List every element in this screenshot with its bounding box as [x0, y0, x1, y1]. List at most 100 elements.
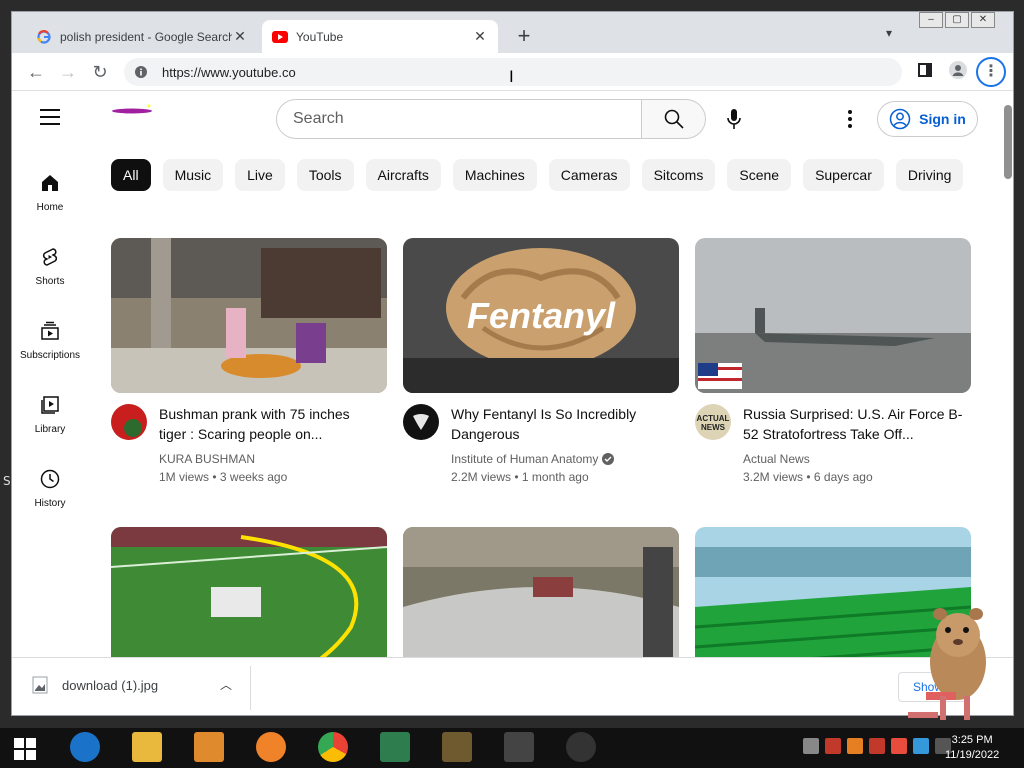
minimize-icon[interactable]: – [919, 12, 943, 28]
guide-sidebar: Home Shorts Subscriptions Library Histor… [12, 155, 88, 525]
view-count: 3.2M views [743, 470, 804, 484]
youtube-logo[interactable] [112, 101, 152, 114]
taskbar-clock[interactable]: 3:25 PM 11/19/2022 [945, 733, 999, 763]
tab-title: YouTube [296, 29, 344, 44]
download-file-name: download (1).jpg [62, 677, 159, 693]
search-input[interactable]: Search [276, 99, 642, 139]
video-thumbnail[interactable]: Fentanyl [403, 238, 679, 393]
video-title[interactable]: Why Fentanyl Is So Incredibly Dangerous [451, 404, 671, 444]
video-title[interactable]: Bushman prank with 75 inches tiger : Sca… [159, 404, 379, 444]
video-thumbnail[interactable] [111, 238, 387, 393]
channel-avatar[interactable]: ACTUAL NEWS [695, 404, 731, 440]
browser-menu-icon[interactable]: ⋮ [976, 57, 1006, 87]
sign-in-label: Sign in [919, 111, 966, 127]
channel-avatar[interactable] [111, 404, 147, 440]
close-tab-icon[interactable]: ✕ [472, 28, 488, 45]
channel-name[interactable]: KURA BUSHMAN [159, 452, 255, 466]
uc-browser-icon[interactable] [256, 732, 286, 762]
close-window-icon[interactable]: ✕ [971, 12, 995, 28]
download-shelf: download (1).jpg ︿ Show all [12, 657, 1013, 715]
shorts-icon [42, 247, 58, 266]
tray-icon[interactable] [825, 738, 841, 754]
tab-search-chevron-icon[interactable]: ▾ [886, 26, 892, 40]
more-options-icon[interactable] [838, 105, 862, 133]
profile-icon[interactable] [946, 61, 970, 85]
guide-item-subscriptions[interactable]: Subscriptions [12, 303, 88, 377]
youtube-page: Search Sign in Home Shorts Subscriptions [12, 91, 1013, 715]
shelf-divider [250, 666, 251, 710]
back-arrow-icon[interactable]: ← [24, 60, 48, 84]
new-tab-button[interactable]: + [512, 25, 536, 49]
view-count: 1M views [159, 470, 210, 484]
chip-tools[interactable]: Tools [296, 159, 354, 191]
tray-icon[interactable] [891, 738, 907, 754]
video-title[interactable]: Russia Surprised: U.S. Air Force B-52 St… [743, 404, 963, 444]
reload-icon[interactable]: ↻ [88, 60, 112, 84]
channel-avatar[interactable] [403, 404, 439, 440]
video-thumbnail[interactable] [695, 238, 971, 393]
chip-machines[interactable]: Machines [452, 159, 537, 191]
chip-all[interactable]: All [111, 159, 151, 191]
chip-sitcoms[interactable]: Sitcoms [641, 159, 716, 191]
channel-name[interactable]: Actual News [743, 452, 810, 466]
thumbnail-text: Fentanyl [467, 295, 616, 336]
search-button[interactable] [642, 99, 706, 139]
tray-icon[interactable] [869, 738, 885, 754]
file-explorer-icon[interactable] [132, 732, 162, 762]
video-card[interactable]: Fentanyl Why Fentanyl Is So Incredibly D… [403, 238, 679, 484]
voice-search-button[interactable] [714, 99, 754, 139]
tab-youtube[interactable]: YouTube ✕ [262, 20, 498, 53]
chevron-up-icon[interactable]: ︿ [220, 676, 232, 693]
window-controls: – ▢ ✕ [917, 12, 995, 28]
media-player-icon[interactable] [194, 732, 224, 762]
download-item[interactable]: download (1).jpg [32, 676, 158, 694]
video-card[interactable]: Bushman prank with 75 inches tiger : Sca… [111, 238, 387, 484]
video-stats: 3.2M views • 6 days ago [743, 470, 873, 484]
sandbox-icon[interactable] [442, 732, 472, 762]
tab-google-search[interactable]: polish president - Google Search ✕ [26, 20, 258, 53]
app-icon[interactable] [504, 732, 534, 762]
guide-item-shorts[interactable]: Shorts [12, 229, 88, 303]
sign-in-button[interactable]: Sign in [877, 101, 978, 137]
clock-time: 3:25 PM [951, 734, 993, 746]
tray-icon[interactable] [847, 738, 863, 754]
history-icon [40, 469, 60, 488]
channel-name[interactable]: Institute of Human Anatomy [451, 452, 615, 466]
tab-strip: polish president - Google Search ✕ YouTu… [12, 12, 1013, 53]
chip-music[interactable]: Music [162, 159, 224, 191]
chip-scene[interactable]: Scene [727, 159, 792, 191]
tab-title: polish president - Google Search [60, 29, 232, 44]
chip-supercar[interactable]: Supercar [803, 159, 884, 191]
spreadsheet-icon[interactable] [380, 732, 410, 762]
chip-driving[interactable]: Driving [895, 159, 964, 191]
internet-explorer-icon[interactable] [70, 732, 100, 762]
clock-date: 11/19/2022 [945, 749, 1000, 761]
forward-arrow-icon[interactable]: → [56, 60, 80, 84]
svg-text:NEWS: NEWS [701, 423, 726, 432]
windows-start-icon[interactable] [14, 738, 36, 760]
guide-label: Home [36, 201, 64, 213]
guide-item-home[interactable]: Home [12, 155, 88, 229]
image-file-icon [32, 676, 48, 694]
chip-cameras[interactable]: Cameras [548, 159, 630, 191]
chrome-icon[interactable] [318, 732, 348, 762]
site-info-icon[interactable] [132, 63, 150, 81]
youtube-icon [272, 29, 288, 45]
side-panel-icon[interactable] [913, 61, 937, 85]
guide-item-history[interactable]: History [12, 451, 88, 525]
video-card[interactable]: ACTUAL NEWS Russia Surprised: U.S. Air Fo… [695, 238, 971, 484]
tray-icon[interactable] [803, 738, 819, 754]
network-icon[interactable] [913, 738, 929, 754]
guide-item-library[interactable]: Library [12, 377, 88, 451]
color-app-icon[interactable] [566, 732, 596, 762]
chip-live[interactable]: Live [235, 159, 285, 191]
hamster-sticker [900, 600, 1010, 728]
desktop-edge-text: S [3, 474, 11, 488]
maximize-icon[interactable]: ▢ [945, 12, 969, 28]
chip-aircrafts[interactable]: Aircrafts [365, 159, 441, 191]
page-scrollbar[interactable] [1004, 105, 1012, 179]
video-stats: 1M views • 3 weeks ago [159, 470, 288, 484]
hamburger-menu-icon[interactable] [40, 109, 60, 125]
channel-name-text: KURA BUSHMAN [159, 452, 256, 466]
close-tab-icon[interactable]: ✕ [232, 28, 248, 45]
